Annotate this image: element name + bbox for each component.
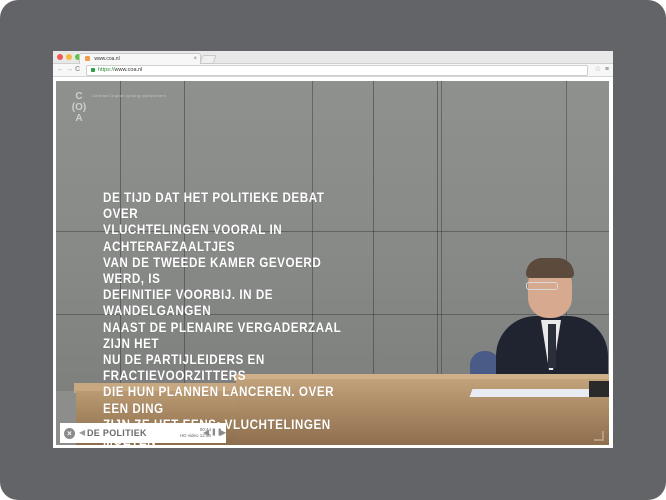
back-arrow-icon[interactable]: ← (57, 65, 64, 75)
logo-line: A (75, 113, 83, 124)
papers-illustration (469, 389, 593, 397)
wall-seam (441, 81, 442, 381)
tab-bar: www.coa.nl × (53, 51, 613, 64)
video-player-bar: × ◀ DE POLITIEK 00:44 HD video 12:50 ◀ ❚… (60, 423, 226, 443)
minimize-window-button[interactable] (66, 54, 72, 60)
browser-tab[interactable]: www.coa.nl × (79, 53, 201, 64)
coa-logo[interactable]: C (O) A (71, 91, 87, 124)
lock-icon (91, 67, 95, 72)
chapter-back-arrow-icon[interactable]: ◀ (79, 428, 85, 438)
bookmark-star-icon[interactable]: ☆ (595, 65, 601, 75)
page-content: C (O) A Centraal Orgaan opvang asielzoek… (56, 81, 609, 445)
reload-icon[interactable]: C (75, 65, 80, 75)
prev-icon[interactable]: ◀ (203, 428, 209, 438)
close-tab-icon[interactable]: × (193, 54, 197, 64)
device-frame: www.coa.nl × ← → C https://www.coa.nl ☆ … (0, 0, 666, 500)
logo-line: C (75, 91, 83, 102)
next-icon[interactable]: ▶ (220, 428, 226, 438)
url-field[interactable]: https://www.coa.nl (86, 65, 588, 76)
laptop-illustration (589, 381, 609, 397)
forward-arrow-icon[interactable]: → (66, 65, 73, 75)
url-host: www.coa.nl (114, 67, 143, 73)
address-bar-row: ← → C https://www.coa.nl ☆ ≡ (53, 64, 613, 77)
close-window-button[interactable] (57, 54, 63, 60)
logo-line: (O) (71, 102, 87, 113)
browser-window: www.coa.nl × ← → C https://www.coa.nl ☆ … (53, 51, 613, 448)
new-tab-button[interactable] (199, 55, 217, 64)
brand-subtitle: Centraal Orgaan opvang asielzoekers (92, 93, 167, 98)
window-controls (57, 54, 81, 60)
chapter-title[interactable]: DE POLITIEK (87, 428, 147, 439)
tab-title: www.coa.nl (94, 56, 120, 62)
url-scheme: https:// (98, 67, 115, 73)
favicon-icon (85, 56, 90, 62)
fullscreen-corner-icon[interactable] (594, 431, 604, 441)
close-icon[interactable]: × (64, 428, 75, 439)
menu-icon[interactable]: ≡ (605, 65, 609, 75)
quote-text: DE TIJD DAT HET POLITIEKE DEBAT OVER VLU… (103, 190, 342, 445)
